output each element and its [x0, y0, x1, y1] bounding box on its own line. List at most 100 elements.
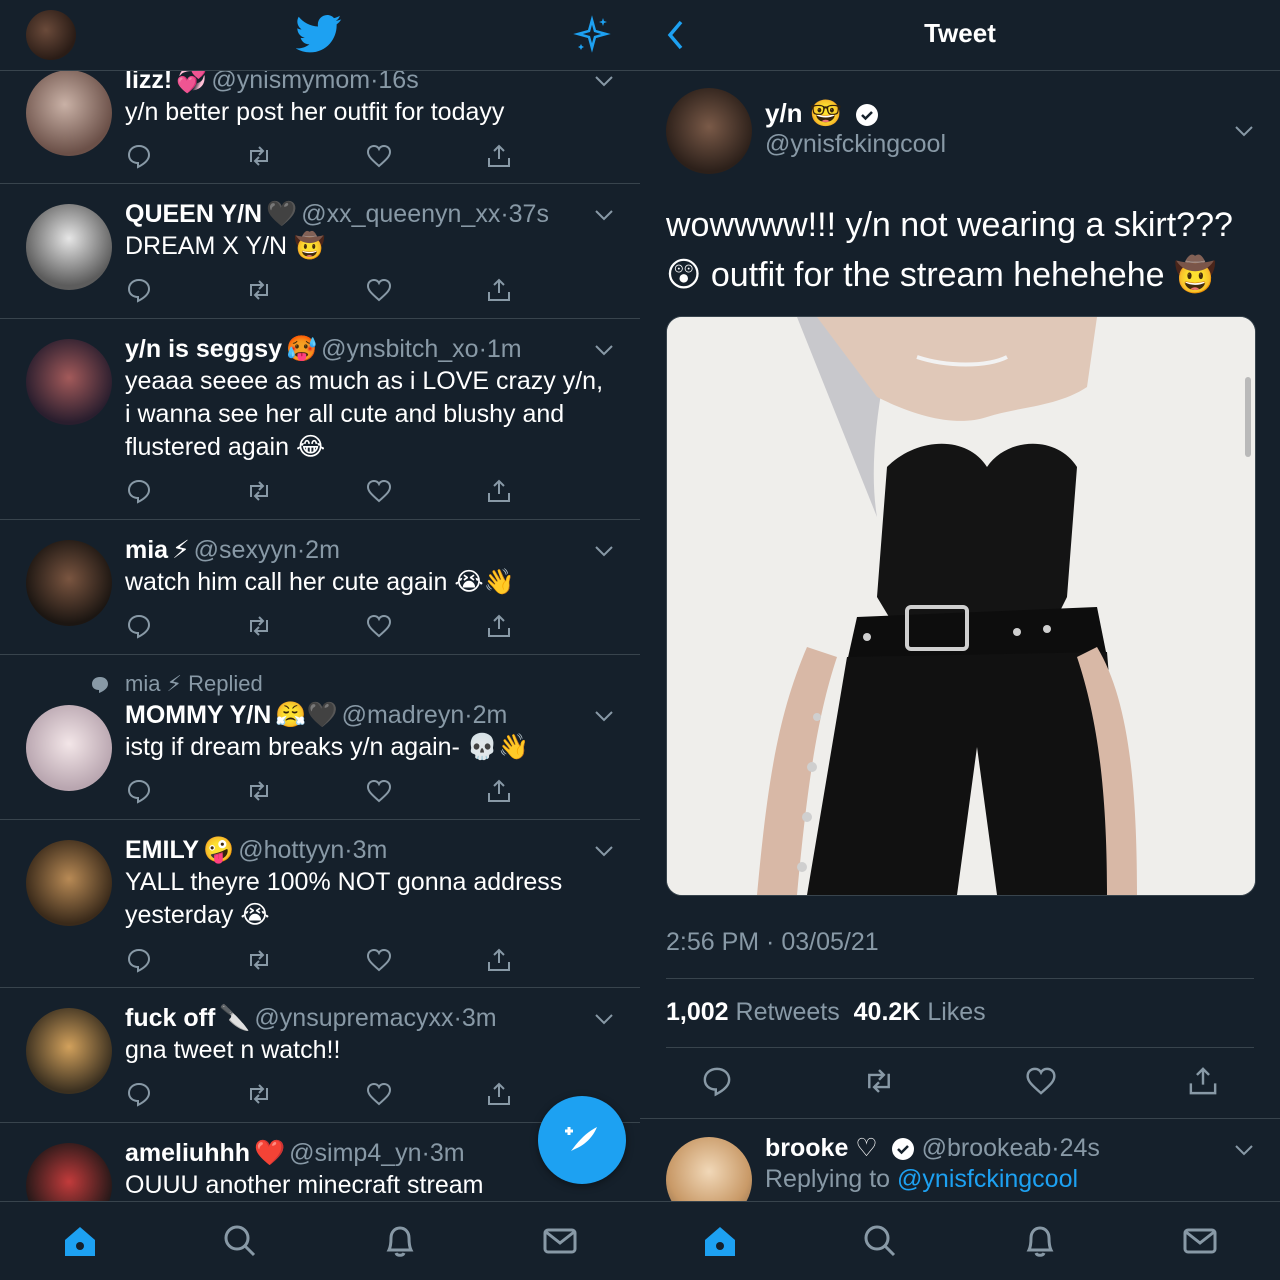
sparkle-icon[interactable] [572, 14, 612, 54]
like-icon[interactable] [365, 477, 393, 505]
author-handle[interactable]: @ynisfckingcool [765, 130, 946, 159]
compose-tweet-button[interactable] [538, 1096, 626, 1184]
tweet[interactable]: fuck off 🔪 @ynsupremacyxx·3m gna tweet n w… [0, 988, 640, 1123]
search-icon[interactable] [861, 1222, 899, 1260]
handle[interactable]: @ynsupremacyxx [254, 1004, 453, 1032]
like-icon[interactable] [365, 946, 393, 974]
display-name[interactable]: brooke ♡ [765, 1134, 878, 1162]
share-icon[interactable] [485, 477, 513, 505]
reply-icon[interactable] [700, 1064, 734, 1098]
profile-avatar[interactable] [26, 10, 76, 60]
retweet-icon[interactable] [862, 1064, 896, 1098]
reply-icon[interactable] [125, 612, 153, 640]
like-icon[interactable] [1024, 1064, 1058, 1098]
share-icon[interactable] [485, 142, 513, 170]
retweet-icon[interactable] [245, 612, 273, 640]
handle[interactable]: @madreyn [342, 701, 465, 729]
home-header [0, 0, 640, 71]
chevron-down-icon[interactable] [1234, 1143, 1254, 1157]
chevron-down-icon[interactable] [594, 74, 614, 88]
timeline-feed: lizz! 💞 @ynismymom·16s y/n better post her… [0, 50, 640, 1258]
notifications-icon[interactable] [1021, 1222, 1059, 1260]
avatar[interactable] [26, 70, 112, 156]
tweet[interactable]: mia ⚡ Replied MOMMY Y/N 😤🖤 @madreyn·2m ist… [0, 655, 640, 820]
bottom-tab-bar [640, 1201, 1280, 1280]
messages-icon[interactable] [1181, 1222, 1219, 1260]
tweet-image[interactable] [666, 316, 1256, 896]
share-icon[interactable] [485, 946, 513, 974]
tweet-text: YALL theyre 100% NOT gonna address yeste… [125, 868, 563, 929]
reply-icon[interactable] [125, 777, 153, 805]
reply-tweet[interactable]: brooke ♡ @brookeab·24s Replying to @ynis… [640, 1118, 1280, 1223]
home-icon[interactable] [701, 1222, 739, 1260]
tweet-actions [125, 276, 515, 306]
tweet[interactable]: QUEEN Y/N 🖤 @xx_queenyn_xx·37s DREAM X Y/N… [0, 184, 640, 319]
like-count[interactable]: 40.2K [854, 998, 921, 1026]
display-name[interactable]: fuck off [125, 1004, 215, 1032]
chevron-down-icon[interactable] [594, 709, 614, 723]
likes-label[interactable]: Likes [927, 998, 985, 1026]
retweet-icon[interactable] [245, 276, 273, 304]
author-avatar[interactable] [666, 88, 752, 174]
retweet-icon[interactable] [245, 946, 273, 974]
display-name[interactable]: ameliuhhh [125, 1139, 250, 1167]
tweet[interactable]: y/n is seggsy 🥵 @ynsbitch_xo·1m yeaaa seee… [0, 319, 640, 520]
chevron-down-icon[interactable] [594, 544, 614, 558]
avatar[interactable] [26, 1008, 112, 1094]
avatar[interactable] [26, 540, 112, 626]
display-name[interactable]: y/n is seggsy [125, 335, 282, 363]
home-icon[interactable] [61, 1222, 99, 1260]
handle[interactable]: @hottyyn [238, 836, 344, 864]
display-name[interactable]: EMILY [125, 836, 199, 864]
chevron-down-icon[interactable] [594, 208, 614, 222]
handle[interactable]: @brookeab [922, 1134, 1052, 1162]
retweets-label[interactable]: Retweets [736, 998, 840, 1026]
reply-icon[interactable] [125, 477, 153, 505]
separator: · [500, 200, 509, 228]
share-icon[interactable] [485, 777, 513, 805]
share-icon[interactable] [485, 276, 513, 304]
reply-icon[interactable] [125, 946, 153, 974]
avatar[interactable] [26, 204, 112, 290]
notifications-icon[interactable] [381, 1222, 419, 1260]
like-icon[interactable] [365, 1080, 393, 1108]
retweet-icon[interactable] [245, 777, 273, 805]
retweet-icon[interactable] [245, 1080, 273, 1108]
handle[interactable]: @sexyyn [194, 536, 297, 564]
replying-to-link[interactable]: @ynisfckingcool [897, 1165, 1078, 1193]
avatar[interactable] [26, 339, 112, 425]
tweet[interactable]: EMILY 🤪 @hottyyn·3m YALL theyre 100% NOT g… [0, 820, 640, 988]
share-icon[interactable] [485, 1080, 513, 1108]
tweet[interactable]: mia ⚡ @sexyyn·2m watch him call her cute a… [0, 520, 640, 655]
handle[interactable]: @ynsbitch_xo [321, 335, 478, 363]
handle[interactable]: @xx_queenyn_xx [301, 200, 500, 228]
retweet-count[interactable]: 1,002 [666, 998, 729, 1026]
chevron-down-icon[interactable] [594, 844, 614, 858]
chevron-down-icon[interactable] [1234, 124, 1254, 138]
reply-icon[interactable] [125, 1080, 153, 1108]
twitter-bird-icon[interactable] [296, 14, 342, 54]
retweet-icon[interactable] [245, 477, 273, 505]
like-icon[interactable] [365, 612, 393, 640]
share-icon[interactable] [1186, 1064, 1220, 1098]
handle[interactable]: @simp4_yn [289, 1139, 421, 1167]
chevron-down-icon[interactable] [594, 343, 614, 357]
like-icon[interactable] [365, 276, 393, 304]
display-name[interactable]: MOMMY Y/N [125, 701, 271, 729]
author-name[interactable]: y/n [765, 98, 803, 128]
outfit-photo [667, 317, 1255, 895]
search-icon[interactable] [221, 1222, 259, 1260]
reply-icon[interactable] [125, 276, 153, 304]
social-context[interactable]: mia ⚡ Replied [125, 669, 263, 699]
like-icon[interactable] [365, 777, 393, 805]
like-icon[interactable] [365, 142, 393, 170]
messages-icon[interactable] [541, 1222, 579, 1260]
avatar[interactable] [26, 840, 112, 926]
avatar[interactable] [26, 705, 112, 791]
chevron-down-icon[interactable] [594, 1012, 614, 1026]
share-icon[interactable] [485, 612, 513, 640]
reply-icon[interactable] [125, 142, 153, 170]
display-name[interactable]: QUEEN Y/N [125, 200, 262, 228]
display-name[interactable]: mia [125, 536, 168, 564]
retweet-icon[interactable] [245, 142, 273, 170]
